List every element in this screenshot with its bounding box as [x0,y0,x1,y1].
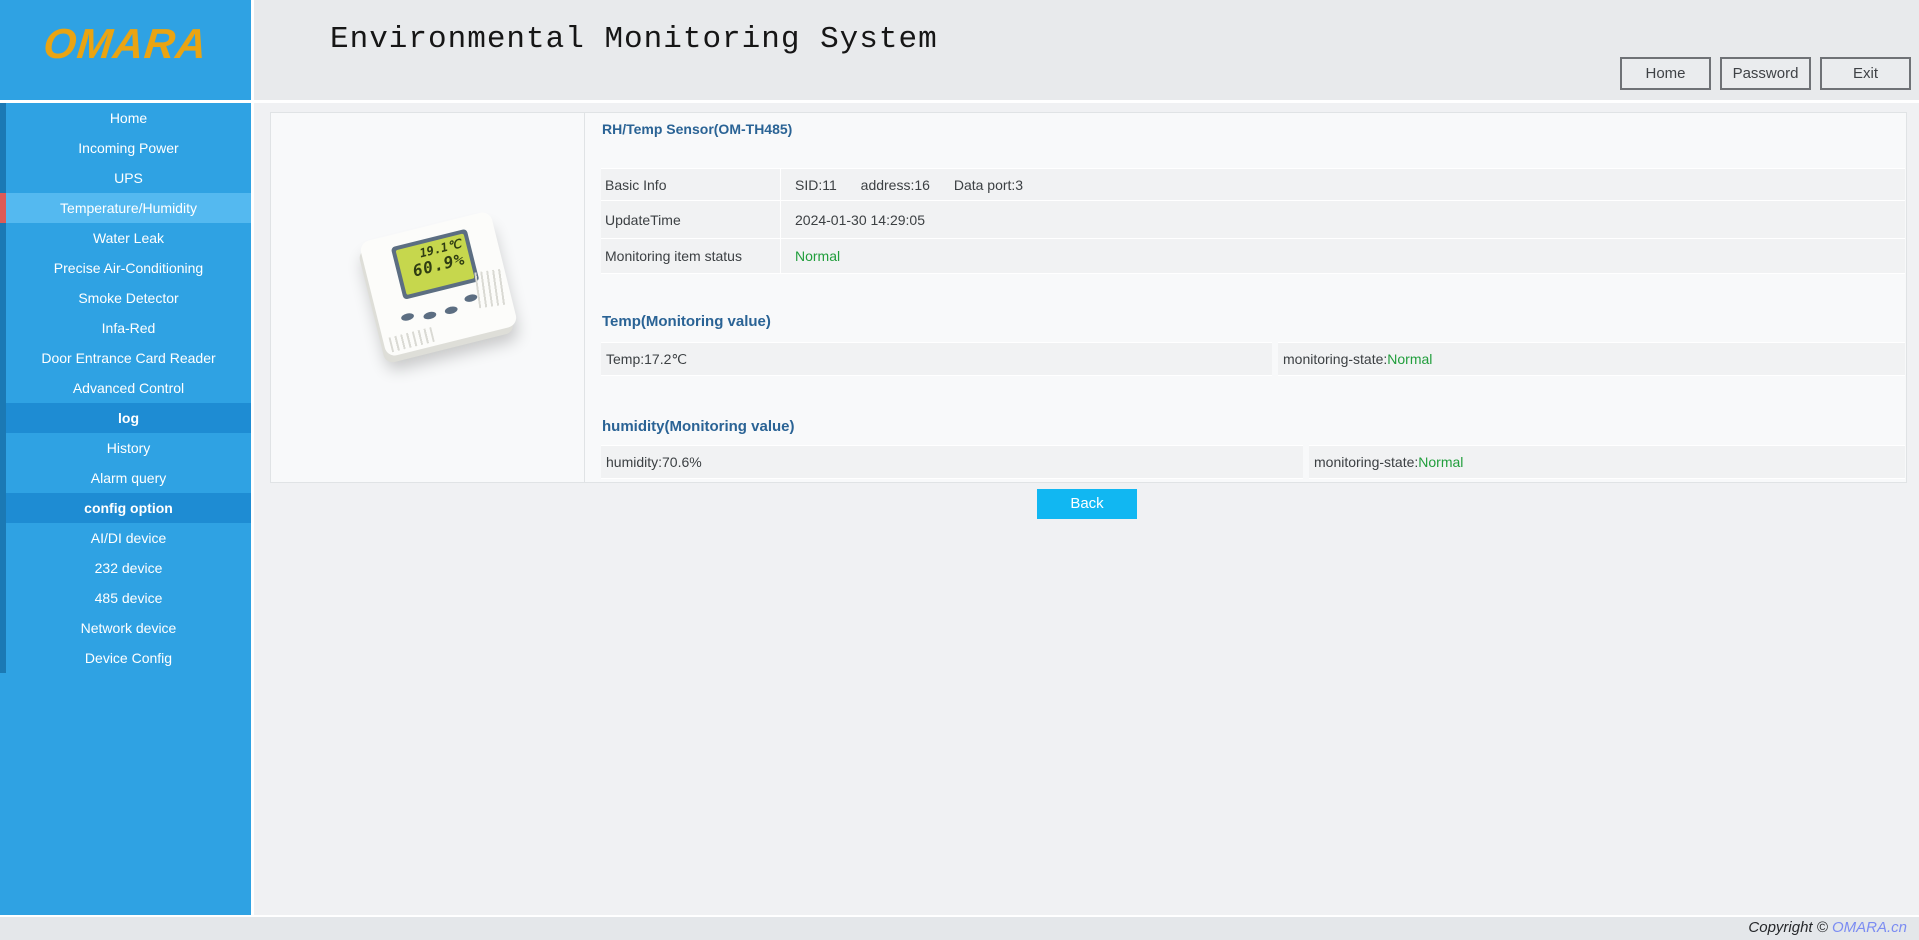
temp-state-value: Normal [1387,351,1432,367]
humidity-section-heading: humidity(Monitoring value) [602,418,795,435]
device-button-icon [400,312,414,322]
sidebar-item-door-entrance-card-reader[interactable]: Door Entrance Card Reader [0,343,251,373]
humidity-state-label: monitoring-state: [1314,454,1418,470]
temp-state-cell: monitoring-state:Normal [1278,342,1905,376]
sidebar-item-water-leak[interactable]: Water Leak [0,223,251,253]
humidity-state-cell: monitoring-state:Normal [1309,445,1905,479]
sensor-device-screen: 19.1℃ 60.9% [391,229,480,300]
back-button[interactable]: Back [1037,489,1137,519]
address-value: address:16 [861,177,930,193]
device-vent-bottom [389,327,435,352]
sidebar-section-config-option: config option [0,493,251,523]
sidebar-menu: Home Incoming Power UPS Temperature/Humi… [0,103,251,673]
sidebar-separator [251,0,254,917]
panel-column-divider [584,113,585,482]
sidebar-item-alarm-query[interactable]: Alarm query [0,463,251,493]
sensor-device-lcd: 19.1℃ 60.9% [396,233,475,295]
table-row-basic-info: Basic Info SID:11 address:16 Data port:3 [601,168,1905,200]
update-time-value: 2024-01-30 14:29:05 [781,212,1905,228]
sidebar-item-incoming-power[interactable]: Incoming Power [0,133,251,163]
exit-button[interactable]: Exit [1820,57,1911,90]
device-button-icon [423,311,437,321]
omara-logo: OMARA [0,8,255,80]
basic-info-table: Basic Info SID:11 address:16 Data port:3… [601,168,1905,274]
sensor-device-image: 19.1℃ 60.9% [359,210,519,357]
humidity-state-value: Normal [1418,454,1463,470]
table-row-update-time: UpdateTime 2024-01-30 14:29:05 [601,200,1905,238]
sidebar-item-device-config[interactable]: Device Config [0,643,251,673]
sidebar-item-advanced-control[interactable]: Advanced Control [0,373,251,403]
basic-info-value: SID:11 address:16 Data port:3 [781,177,1905,193]
temp-section-heading: Temp(Monitoring value) [602,313,771,330]
sidebar-item-ups[interactable]: UPS [0,163,251,193]
sidebar-item-home[interactable]: Home [0,103,251,133]
monitoring-status-label: Monitoring item status [601,239,781,273]
omara-link[interactable]: OMARA.cn [1832,919,1907,936]
device-button-icon [444,305,458,315]
sensor-detail-panel: 19.1℃ 60.9% RH/Temp Sensor(OM-TH485) Bas… [270,112,1907,483]
sidebar-item-485-device[interactable]: 485 device [0,583,251,613]
monitoring-status-value: Normal [781,248,1905,264]
header-separator [0,100,1919,103]
sidebar-item-ai-di-device[interactable]: AI/DI device [0,523,251,553]
sidebar-item-temperature-humidity[interactable]: Temperature/Humidity [0,193,251,223]
sidebar-item-network-device[interactable]: Network device [0,613,251,643]
environmental-monitoring-app: Environmental Monitoring System Home Pas… [0,0,1919,940]
table-row-monitoring-status: Monitoring item status Normal [601,238,1905,274]
basic-info-label: Basic Info [601,169,781,200]
sidebar: OMARA Home Incoming Power UPS Temperatur… [0,0,251,917]
update-time-label: UpdateTime [601,201,781,238]
page-title: Environmental Monitoring System [330,22,938,57]
sid-value: SID:11 [795,177,837,193]
home-button[interactable]: Home [1620,57,1711,90]
humidity-value-row: humidity:70.6% monitoring-state:Normal [601,445,1905,479]
sensor-device-body: 19.1℃ 60.9% [359,210,519,357]
temp-value-row: Temp:17.2℃ monitoring-state:Normal [601,342,1905,376]
sidebar-item-infa-red[interactable]: Infa-Red [0,313,251,343]
copyright-text: Copyright © [1748,919,1827,936]
sidebar-section-log: log [0,403,251,433]
temp-state-label: monitoring-state: [1283,351,1387,367]
temp-value: Temp:17.2℃ [601,342,1272,376]
data-port-value: Data port:3 [954,177,1023,193]
password-button[interactable]: Password [1720,57,1811,90]
sidebar-item-precise-air-conditioning[interactable]: Precise Air-Conditioning [0,253,251,283]
header-bar: Environmental Monitoring System Home Pas… [254,0,1919,100]
footer-bar: Copyright © OMARA.cn [0,915,1919,940]
sidebar-item-smoke-detector[interactable]: Smoke Detector [0,283,251,313]
sensor-title: RH/Temp Sensor(OM-TH485) [602,121,797,138]
device-button-icon [464,293,478,303]
sidebar-item-history[interactable]: History [0,433,251,463]
sidebar-item-232-device[interactable]: 232 device [0,553,251,583]
device-vent-right [474,269,507,309]
humidity-value: humidity:70.6% [601,445,1303,479]
